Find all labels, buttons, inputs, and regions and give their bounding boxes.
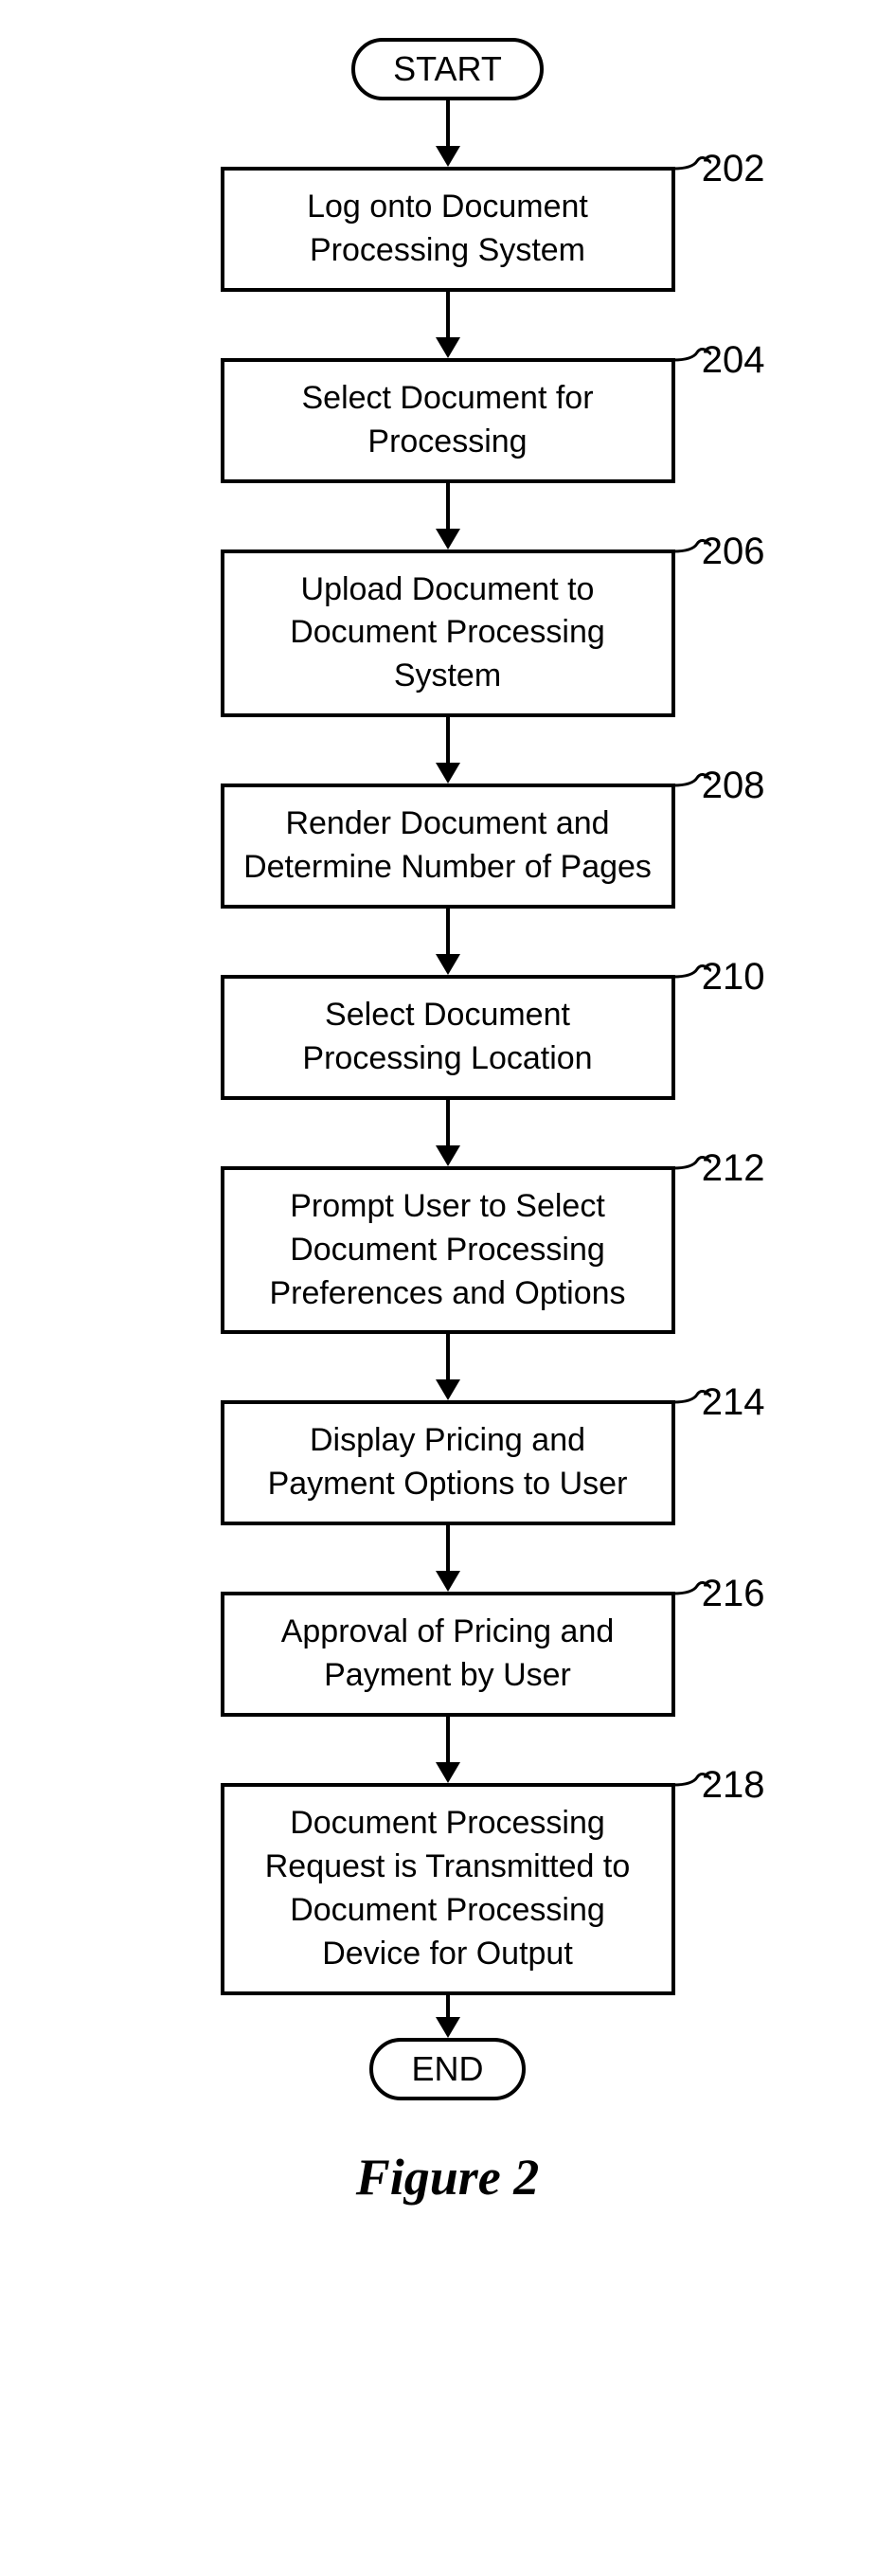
step-204: Select Document for Processing 204 — [221, 358, 675, 483]
arrow — [436, 1100, 460, 1166]
step-label: 214 — [702, 1381, 765, 1424]
process-box: Select Document Processing Location — [221, 975, 675, 1100]
end-terminator: END — [369, 2038, 525, 2100]
step-202: Log onto Document Processing System 202 — [221, 167, 675, 292]
arrow — [436, 1334, 460, 1400]
arrow — [436, 1995, 460, 2038]
process-box: Display Pricing and Payment Options to U… — [221, 1400, 675, 1525]
step-label: 204 — [702, 339, 765, 382]
step-206: Upload Document to Document Processing S… — [221, 549, 675, 718]
process-box: Render Document and Determine Number of … — [221, 784, 675, 909]
step-label: 208 — [702, 765, 765, 807]
step-label: 202 — [702, 148, 765, 190]
arrow — [436, 483, 460, 549]
process-box: Upload Document to Document Processing S… — [221, 549, 675, 718]
process-box: Prompt User to Select Document Processin… — [221, 1166, 675, 1335]
step-210: Select Document Processing Location 210 — [221, 975, 675, 1100]
step-214: Display Pricing and Payment Options to U… — [221, 1400, 675, 1525]
step-label: 210 — [702, 956, 765, 999]
arrow — [436, 1717, 460, 1783]
figure-label: Figure 2 — [0, 2148, 895, 2207]
step-216: Approval of Pricing and Payment by User … — [221, 1592, 675, 1717]
process-box: Select Document for Processing — [221, 358, 675, 483]
process-box: Log onto Document Processing System — [221, 167, 675, 292]
step-label: 216 — [702, 1573, 765, 1615]
process-box: Document Processing Request is Transmitt… — [221, 1783, 675, 1995]
step-label: 206 — [702, 531, 765, 573]
arrow — [436, 292, 460, 358]
step-208: Render Document and Determine Number of … — [221, 784, 675, 909]
arrow — [436, 1525, 460, 1592]
arrow — [436, 100, 460, 167]
flowchart: START Log onto Document Processing Syste… — [0, 38, 895, 2100]
step-label: 212 — [702, 1147, 765, 1190]
step-212: Prompt User to Select Document Processin… — [221, 1166, 675, 1335]
start-terminator: START — [351, 38, 544, 100]
arrow — [436, 717, 460, 784]
step-label: 218 — [702, 1764, 765, 1807]
process-box: Approval of Pricing and Payment by User — [221, 1592, 675, 1717]
step-218: Document Processing Request is Transmitt… — [221, 1783, 675, 1995]
arrow — [436, 909, 460, 975]
